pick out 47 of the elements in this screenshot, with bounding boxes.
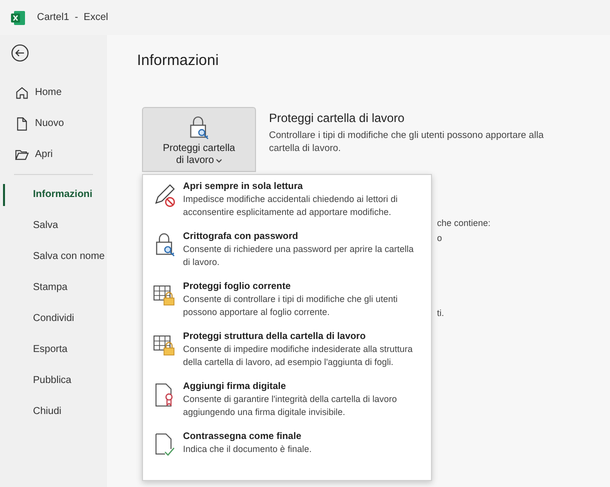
sidebar-item[interactable]: Apri [0, 139, 107, 170]
menu-item[interactable]: Crittografa con password Consente di richiedere una password per aprire la cartella di lavoro. [143, 230, 431, 280]
menu-item[interactable]: Contrassegna come finale Indica che il documento è finale. [143, 430, 431, 480]
menu-item-description: Impedisce modifiche accidentali chiedendo ai lettori di acconsentire esplicitamente ad apportare modifiche. [183, 193, 399, 218]
lock-key-icon [153, 232, 177, 258]
menu-item-description: Consente di garantire l'integrità della cartella di lavoro aggiungendo una firma digitale invisibile. [183, 393, 398, 418]
menu-item-description: Consente di richiedere una password per aprire la cartella di lavoro. [183, 243, 415, 268]
caret-icon [216, 158, 222, 162]
page-title: Informazioni [137, 51, 220, 71]
section-title: Proteggi cartella di lavoro [269, 110, 406, 126]
sidebar-item[interactable]: Pubblica [0, 365, 107, 396]
lock-key-icon [188, 114, 210, 140]
menu-item-description: Indica che il documento è finale. [183, 443, 312, 456]
menu-item-title: Crittografa con password [183, 230, 300, 243]
menu-item-title: Apri sempre in sola lettura [183, 180, 304, 193]
document-icon [15, 116, 29, 130]
home-icon [15, 86, 29, 100]
back-icon[interactable] [11, 44, 29, 62]
menu-item[interactable]: Aggiungi firma digitale Consente di garantire l'integrità della cartella di lavoro aggiungendo una firma digitale invisibile. [143, 380, 431, 430]
sidebar-item[interactable]: Condividi [0, 303, 107, 334]
folder-icon [15, 148, 29, 162]
document-check-icon [153, 432, 177, 458]
sidebar-item[interactable]: Stampa [0, 272, 107, 303]
menu-item-title: Aggiungi firma digitale [183, 380, 287, 393]
pencil-prohibited-icon [153, 182, 177, 208]
menu-item[interactable]: Proteggi foglio corrente Consente di controllare i tipi di modifiche che gli utenti possono apportare al foglio corrente. [143, 280, 431, 330]
background-text: o [437, 232, 442, 245]
menu-item-title: Contrassegna come finale [183, 430, 302, 443]
window-title: Cartel1 - Excel [37, 11, 108, 25]
menu-item[interactable]: Proteggi struttura della cartella di lavoro Consente di impedire modifiche indesiderate alla struttura della cartella di lavoro, ad esempio l'aggiunta di fogli. [143, 330, 431, 380]
menu-item-title: Proteggi foglio corrente [183, 280, 292, 293]
background-text: che contiene: [437, 217, 491, 230]
section-description: Controllare i tipi di modifiche che gli utenti possono apportare alla cartella di lavoro. [269, 128, 545, 154]
menu-item-title: Proteggi struttura della cartella di lavoro [183, 330, 367, 343]
background-text: ti. [437, 307, 444, 320]
sidebar-item[interactable]: Salva [0, 210, 107, 241]
menu-item-description: Consente di impedire modifiche indesiderate alla struttura della cartella di lavoro, ad esempio l'aggiunta di fogli. [183, 343, 414, 368]
spreadsheet-logo-icon [11, 10, 25, 24]
protect-workbook-button[interactable]: Proteggi cartella di lavoro [142, 106, 256, 172]
sidebar-item[interactable]: Informazioni [0, 179, 107, 210]
sidebar-item[interactable]: Chiudi [0, 396, 107, 427]
sidebar-item[interactable]: Nuovo [0, 108, 107, 139]
sidebar-item[interactable]: Salva con nome [0, 241, 107, 272]
menu-item-description: Consente di controllare i tipi di modifiche che gli utenti possono apportare al foglio corrente. [183, 293, 399, 318]
sidebar-item[interactable]: Esporta [0, 334, 107, 365]
sidebar-item[interactable]: Home [0, 77, 107, 108]
menu-item[interactable]: Apri sempre in sola lettura Impedisce modifiche accidentali chiedendo ai lettori di acconsentire esplicitamente ad apportare modifiche. [143, 180, 431, 230]
